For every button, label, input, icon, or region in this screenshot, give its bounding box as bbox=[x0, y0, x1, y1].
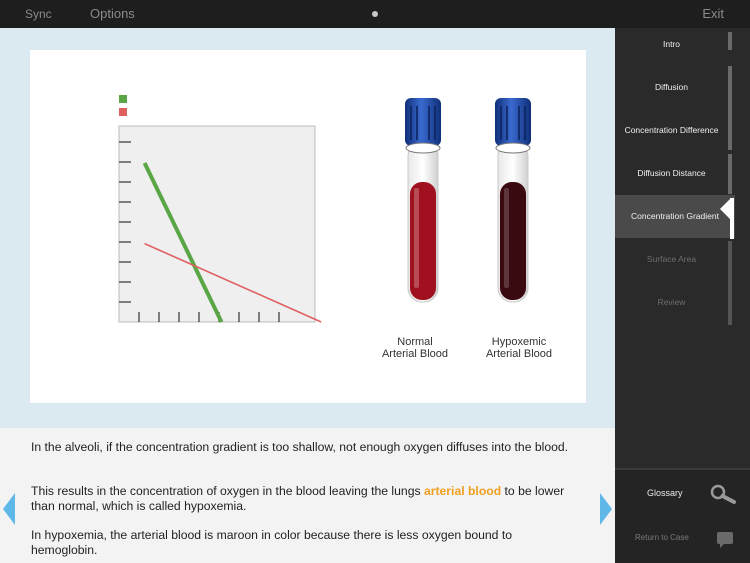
normal-tube-label: Normal Arterial Blood bbox=[360, 336, 470, 360]
hypoxemic-blood-tube bbox=[495, 98, 531, 303]
active-section-marker-icon bbox=[720, 199, 730, 219]
glossary-term-arterial-blood[interactable]: arterial blood bbox=[424, 484, 501, 498]
normal-blood-fill bbox=[410, 182, 436, 300]
next-arrow-icon[interactable] bbox=[600, 493, 612, 525]
hypoxemic-label-line2: Arterial Blood bbox=[485, 348, 553, 360]
paragraph-3: In hypoxemia, the arterial blood is maro… bbox=[31, 528, 513, 557]
glossary-button[interactable]: Glossary bbox=[647, 488, 683, 498]
sidebar-item-review[interactable]: Review bbox=[615, 281, 728, 324]
narration-text-panel: In the alveoli, if the concentration gra… bbox=[0, 428, 615, 563]
return-to-case-button[interactable]: Return to Case bbox=[635, 533, 689, 542]
normal-label-line2: Arterial Blood bbox=[381, 348, 449, 360]
legend-swatch bbox=[119, 95, 127, 103]
options-button[interactable]: Options bbox=[90, 0, 135, 28]
illustration-canvas: Normal Arterial Blood Hypoxemic Arterial… bbox=[30, 50, 586, 403]
previous-arrow-icon[interactable] bbox=[3, 493, 15, 525]
paragraph-2-start: This results in the concentration of oxy… bbox=[31, 484, 424, 498]
hypoxemic-label-line1: Hypoxemic bbox=[491, 336, 547, 348]
sidebar-item-surface-area[interactable]: Surface Area bbox=[615, 238, 728, 281]
app-window: Sync Options Exit Normal Arterial Blood … bbox=[0, 0, 750, 563]
progress-segment bbox=[728, 154, 732, 194]
normal-blood-tube bbox=[405, 98, 441, 303]
notes-icon[interactable] bbox=[716, 531, 734, 549]
paragraph-1: In the alveoli, if the concentration gra… bbox=[31, 440, 569, 454]
sidebar-item-diffusion-distance[interactable]: Diffusion Distance bbox=[615, 152, 728, 195]
progress-segment bbox=[728, 241, 732, 325]
sidebar-item-intro[interactable]: Intro bbox=[615, 23, 728, 66]
progress-segment bbox=[728, 66, 732, 150]
sync-button[interactable]: Sync bbox=[25, 0, 52, 28]
bottom-tools: Glossary Return to Case bbox=[615, 468, 750, 563]
page-indicator-dot bbox=[372, 11, 378, 17]
magnifier-icon[interactable] bbox=[710, 484, 738, 504]
normal-label-line1: Normal bbox=[397, 336, 433, 348]
concentration-chart bbox=[118, 95, 322, 323]
sidebar-item-diffusion[interactable]: Diffusion bbox=[615, 66, 728, 109]
progress-segment bbox=[728, 32, 732, 50]
illustration-stage: Normal Arterial Blood Hypoxemic Arterial… bbox=[0, 28, 615, 428]
section-sidebar: Intro Diffusion Concentration Difference… bbox=[615, 28, 750, 468]
hypoxemic-tube-label: Hypoxemic Arterial Blood bbox=[464, 336, 574, 360]
plot-area bbox=[118, 125, 316, 323]
hypoxemic-blood-fill bbox=[500, 182, 526, 300]
active-section-indicator bbox=[730, 198, 734, 239]
paragraph-2: This results in the concentration of oxy… bbox=[31, 484, 576, 514]
sidebar-item-concentration-difference[interactable]: Concentration Difference bbox=[615, 109, 728, 152]
sidebar-item-concentration-gradient[interactable]: Concentration Gradient bbox=[615, 195, 735, 238]
legend-swatch bbox=[119, 108, 127, 116]
